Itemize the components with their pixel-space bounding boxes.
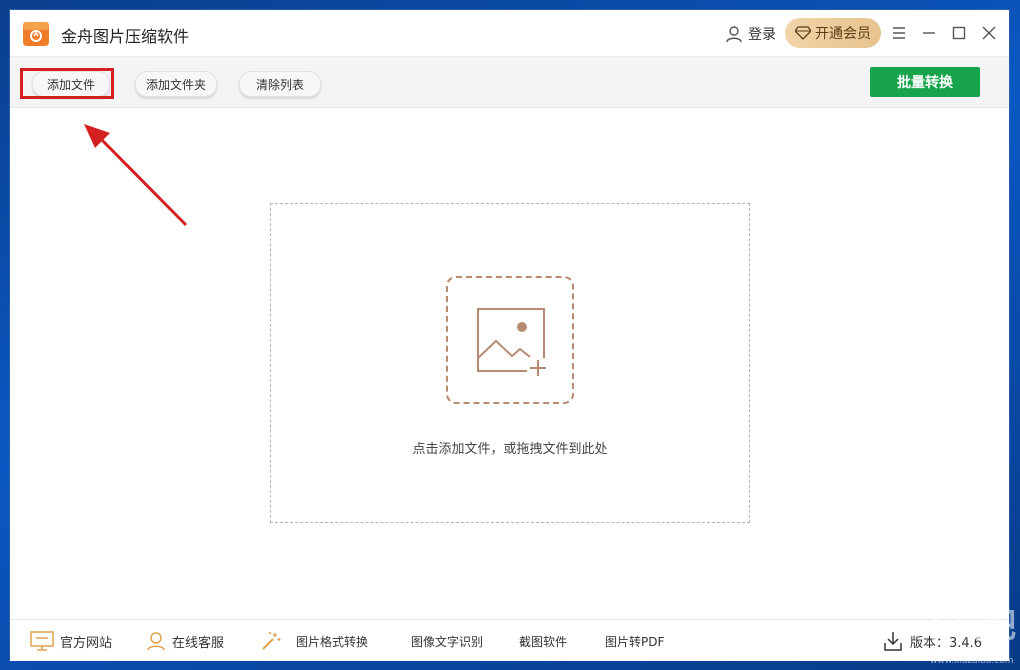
app-title: 金舟图片压缩软件	[61, 27, 190, 46]
close-button[interactable]	[976, 20, 1002, 46]
title-bar: 金舟图片压缩软件 登录 开通会员	[10, 10, 1009, 57]
online-service-link[interactable]: 在线客服	[146, 631, 224, 651]
add-folder-label: 添加文件夹	[145, 77, 206, 92]
monitor-icon	[30, 631, 54, 651]
download-icon	[884, 632, 902, 651]
to-pdf-label: 图片转PDF	[605, 634, 665, 649]
ocr-label: 图像文字识别	[411, 634, 484, 649]
add-folder-button[interactable]: 添加文件夹	[135, 71, 217, 97]
online-service-label: 在线客服	[172, 635, 225, 651]
minimize-icon	[923, 32, 935, 34]
bottom-bar: 官方网站 在线客服 图片格式转换 图像文字识别 截图软件 图片转PDF 版本：3…	[10, 619, 1009, 661]
minimize-button[interactable]	[916, 20, 942, 46]
login-label: 登录	[748, 27, 776, 43]
vip-label: 开通会员	[815, 26, 871, 42]
format-convert-label: 图片格式转换	[296, 634, 369, 649]
annotation-highlight-box	[20, 68, 114, 99]
maximize-icon	[952, 26, 966, 40]
screenshot-label: 截图软件	[519, 634, 568, 649]
user-icon	[726, 26, 742, 43]
diamond-icon	[795, 26, 811, 40]
watermark-url: www.xiazaiba.com	[930, 656, 1014, 666]
close-icon	[982, 26, 996, 40]
watermark-logo: 下载吧	[918, 606, 1016, 646]
app-logo-icon	[23, 22, 49, 46]
app-window: 金舟图片压缩软件 登录 开通会员 添加文件 添加文件夹 清除列表 批量转换 点击…	[10, 10, 1009, 661]
batch-convert-button[interactable]: 批量转换	[870, 67, 980, 97]
maximize-button[interactable]	[946, 20, 972, 46]
clear-list-label: 清除列表	[255, 77, 304, 92]
menu-button[interactable]	[886, 20, 912, 46]
official-site-label: 官方网站	[60, 635, 113, 651]
to-pdf-link[interactable]: 图片转PDF	[605, 631, 664, 651]
drop-hint-text: 点击添加文件，或拖拽文件到此处	[412, 442, 608, 457]
format-convert-link[interactable]: 图片格式转换	[260, 631, 368, 651]
clear-list-button[interactable]: 清除列表	[239, 71, 321, 97]
batch-convert-label: 批量转换	[897, 75, 953, 91]
screenshot-link[interactable]: 截图软件	[519, 631, 567, 651]
drop-icon-box[interactable]	[446, 276, 574, 404]
vip-button[interactable]: 开通会员	[785, 18, 881, 48]
image-add-icon	[477, 308, 549, 378]
menu-icon	[893, 27, 905, 39]
file-drop-zone[interactable]: 点击添加文件，或拖拽文件到此处	[270, 203, 750, 523]
login-button[interactable]: 登录	[725, 23, 776, 45]
official-site-link[interactable]: 官方网站	[30, 631, 112, 651]
headset-icon	[147, 632, 165, 651]
ocr-link[interactable]: 图像文字识别	[411, 631, 483, 651]
toolbar: 添加文件 添加文件夹 清除列表 批量转换	[10, 57, 1009, 108]
magic-wand-icon	[262, 632, 281, 650]
